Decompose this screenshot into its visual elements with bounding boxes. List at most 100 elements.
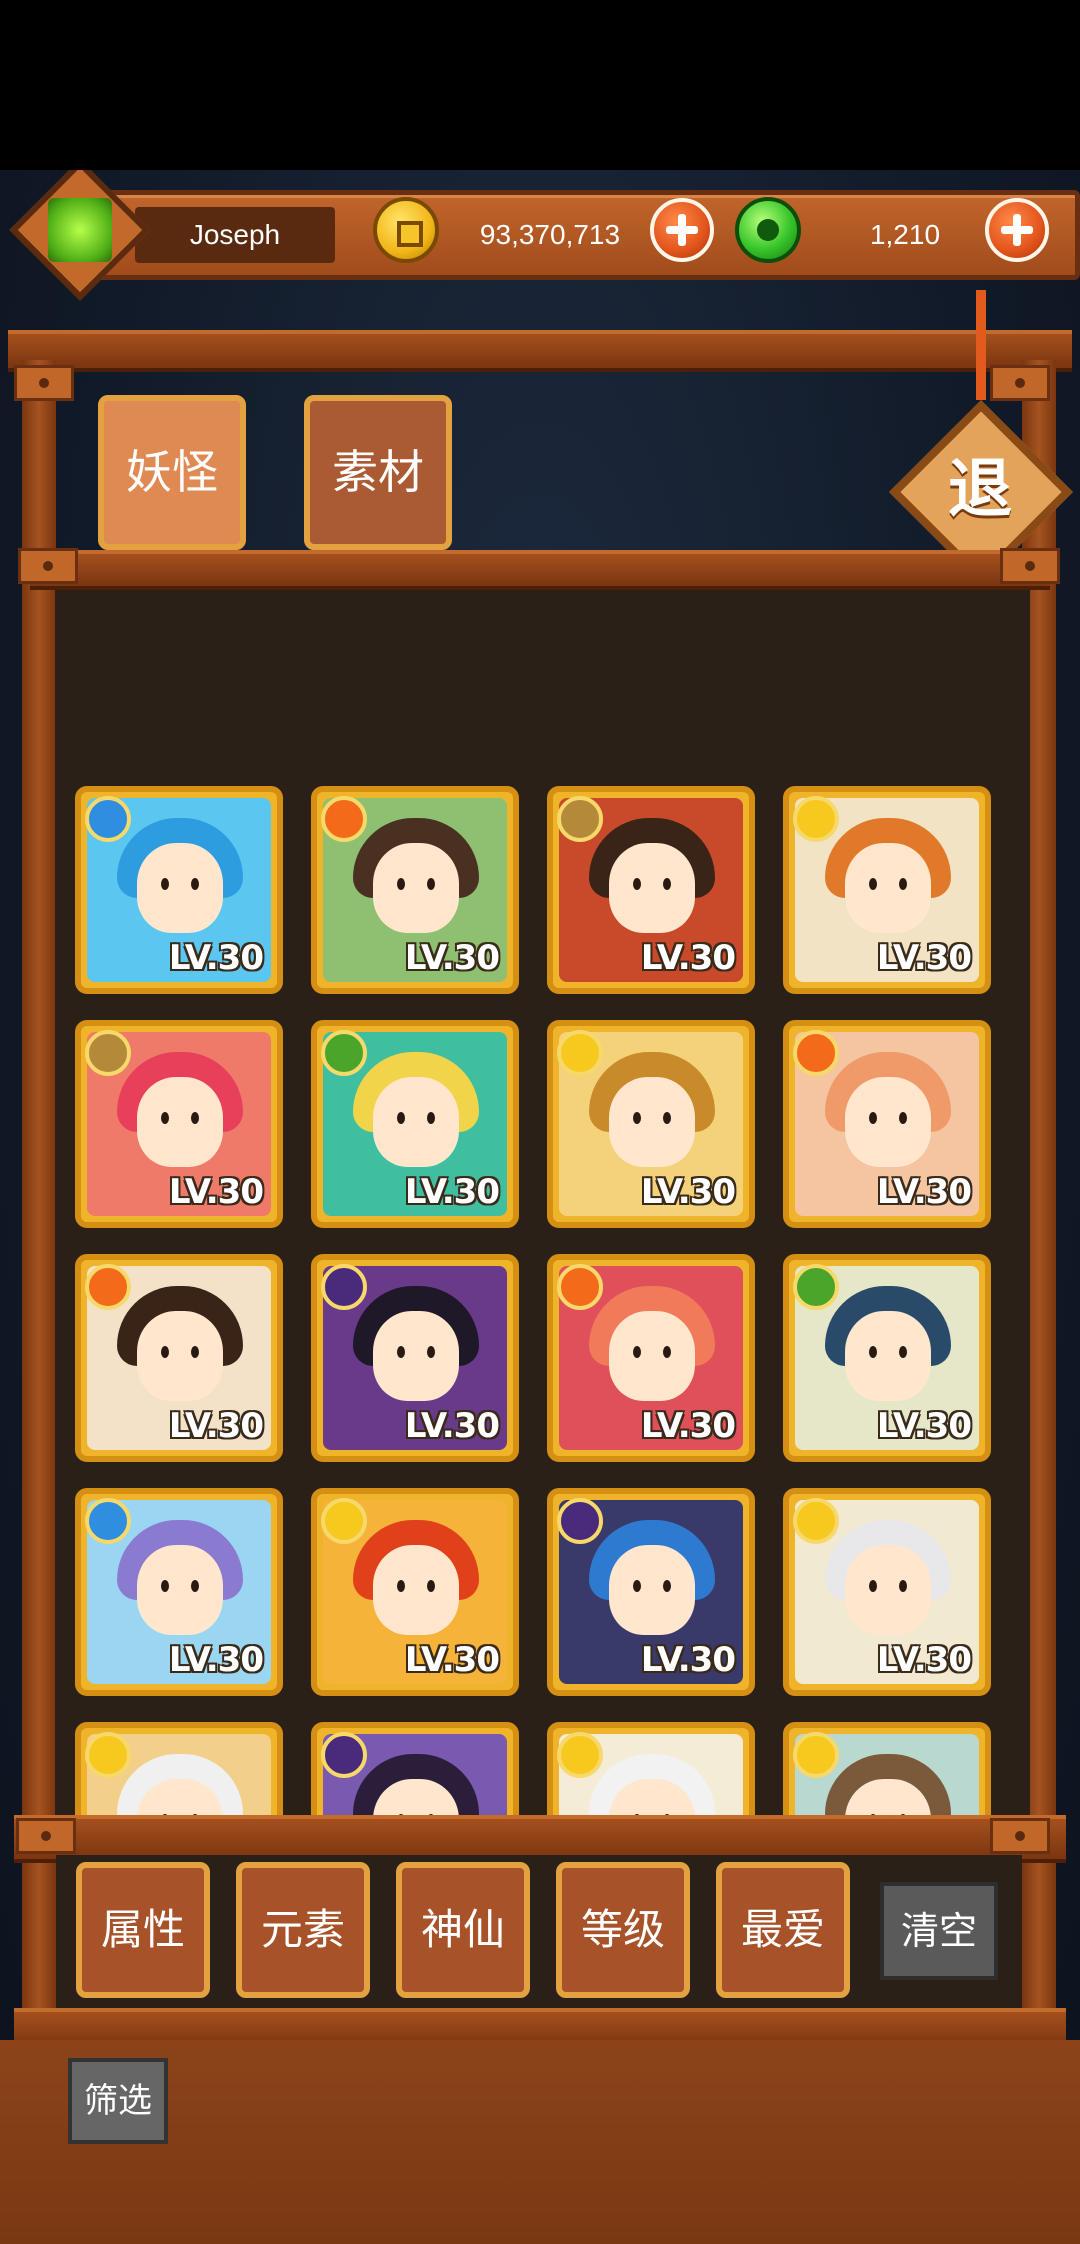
character-eye [427, 1346, 435, 1358]
character-face [609, 1077, 695, 1167]
character-eye [161, 1112, 169, 1124]
left-post [22, 360, 56, 2244]
monster-grid[interactable]: LV.30 LV.30 LV.30 LV.30 LV.30 LV.30 LV.30 LV.30… [55, 590, 1030, 1835]
monster-card[interactable]: LV.30 [783, 1254, 991, 1462]
character-face [845, 1545, 931, 1635]
filter-attribute-button[interactable]: 属性 [76, 1862, 210, 1998]
sun-icon [793, 1732, 839, 1778]
level-label: LV.30 [404, 1640, 500, 1680]
monster-card[interactable]: LV.30 [75, 1254, 283, 1462]
filter-element-button[interactable]: 元素 [236, 1862, 370, 1998]
character-eye [869, 878, 877, 890]
tab-materials[interactable]: 素材 [304, 395, 452, 550]
level-label: LV.30 [876, 1640, 972, 1680]
character-eye [191, 1346, 199, 1358]
sun-icon [557, 1030, 603, 1076]
sun-icon [321, 1498, 367, 1544]
level-label: LV.30 [168, 1172, 264, 1212]
add-coins-button[interactable] [650, 198, 714, 262]
level-label: LV.30 [640, 1406, 736, 1446]
level-label: LV.30 [404, 1172, 500, 1212]
monster-card[interactable]: LV.30 [75, 786, 283, 994]
monster-card[interactable]: LV.30 [783, 786, 991, 994]
monster-card[interactable]: LV.30 [547, 1488, 755, 1696]
character-eye [397, 1112, 405, 1124]
sun-icon [85, 1732, 131, 1778]
character-face [373, 1077, 459, 1167]
monster-card[interactable]: LV.30 [311, 1020, 519, 1228]
character-eye [397, 1346, 405, 1358]
bolt [990, 1818, 1050, 1854]
character-face [373, 1545, 459, 1635]
player-name: Joseph [189, 219, 281, 250]
filter-level-button[interactable]: 等级 [556, 1862, 690, 1998]
mid-beam [30, 550, 1050, 590]
character-face [137, 1077, 223, 1167]
player-name-slot: Joseph [135, 207, 335, 263]
sun-icon [557, 1732, 603, 1778]
character-face [845, 843, 931, 933]
filter-deity-button[interactable]: 神仙 [396, 1862, 530, 1998]
moon-icon [321, 1732, 367, 1778]
character-face [137, 1311, 223, 1401]
water-drop-icon [85, 796, 131, 842]
monster-card[interactable]: LV.30 [75, 1488, 283, 1696]
character-face [373, 843, 459, 933]
character-eye [427, 1580, 435, 1592]
level-label: LV.30 [168, 1640, 264, 1680]
character-eye [633, 878, 641, 890]
character-eye [161, 878, 169, 890]
monster-card[interactable]: LV.30 [547, 786, 755, 994]
flame-icon [557, 1264, 603, 1310]
bolt [18, 548, 78, 584]
filter-favorite-button[interactable]: 最爱 [716, 1862, 850, 1998]
sun-icon [793, 796, 839, 842]
level-label: LV.30 [640, 938, 736, 978]
character-eye [899, 1580, 907, 1592]
character-eye [899, 1112, 907, 1124]
add-jade-button[interactable] [985, 198, 1049, 262]
character-face [137, 843, 223, 933]
character-eye [191, 878, 199, 890]
level-label: LV.30 [876, 1406, 972, 1446]
monster-card[interactable]: LV.30 [547, 1020, 755, 1228]
monster-card[interactable]: LV.30 [547, 1254, 755, 1462]
monster-card[interactable]: LV.30 [75, 1020, 283, 1228]
character-eye [869, 1112, 877, 1124]
character-eye [663, 1580, 671, 1592]
monster-card[interactable]: LV.30 [783, 1488, 991, 1696]
character-face [609, 1311, 695, 1401]
monster-card[interactable]: LV.30 [311, 1254, 519, 1462]
top-beam [8, 330, 1072, 372]
character-eye [427, 878, 435, 890]
level-label: LV.30 [168, 1406, 264, 1446]
character-eye [633, 1346, 641, 1358]
monster-card[interactable]: LV.30 [311, 1488, 519, 1696]
filter-button[interactable]: 筛选 [68, 2058, 168, 2144]
level-label: LV.30 [640, 1172, 736, 1212]
flame-icon [793, 1030, 839, 1076]
level-label: LV.30 [876, 938, 972, 978]
leaf-icon [793, 1264, 839, 1310]
character-eye [899, 1346, 907, 1358]
jade-amount: 1,210 [869, 219, 941, 250]
water-drop-icon [85, 1498, 131, 1544]
flame-icon [85, 1264, 131, 1310]
character-eye [899, 878, 907, 890]
character-face [609, 843, 695, 933]
resource-bar: Joseph 93,370,713 1,210 [60, 190, 1080, 280]
tab-monsters[interactable]: 妖怪 [98, 395, 246, 550]
jade-icon [735, 197, 801, 263]
monster-card[interactable]: LV.30 [783, 1020, 991, 1228]
moon-icon [321, 1264, 367, 1310]
character-face [845, 1311, 931, 1401]
monster-card[interactable]: LV.30 [311, 786, 519, 994]
clear-button[interactable]: 清空 [880, 1882, 998, 1980]
flame-icon [321, 796, 367, 842]
character-eye [663, 1112, 671, 1124]
bolt [14, 365, 74, 401]
character-eye [161, 1346, 169, 1358]
character-eye [161, 1580, 169, 1592]
leaf-icon [321, 1030, 367, 1076]
sun-icon [793, 1498, 839, 1544]
